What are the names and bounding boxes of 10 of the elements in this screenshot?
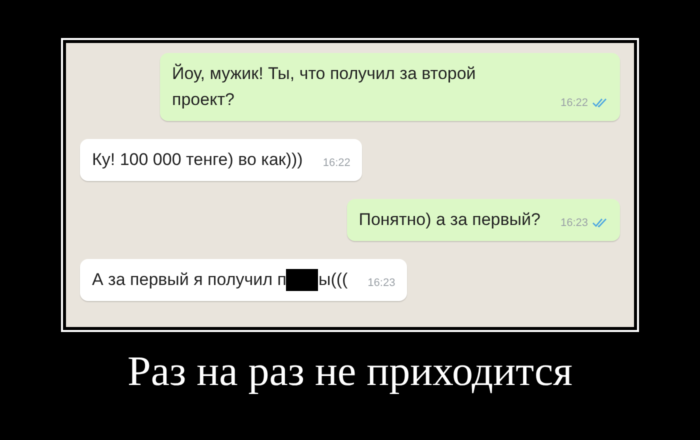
message-text-start: Понятно) а за первый? [358,209,540,231]
message-text-start: А за первый я получил п [92,269,286,291]
poster-caption: Раз на раз не приходится [128,348,572,397]
message-text-start: Ку! 100 000 тенге) во как))) [92,149,303,171]
message-time: 16:22 [322,156,350,170]
message-time: 16:23 [560,216,588,230]
message-time: 16:22 [560,96,588,110]
message-text-start: Йоу, мужик! Ты, что получил за второй проект? [172,62,477,111]
message-text-end: ы((( [318,269,348,291]
message-time: 16:23 [368,276,396,290]
